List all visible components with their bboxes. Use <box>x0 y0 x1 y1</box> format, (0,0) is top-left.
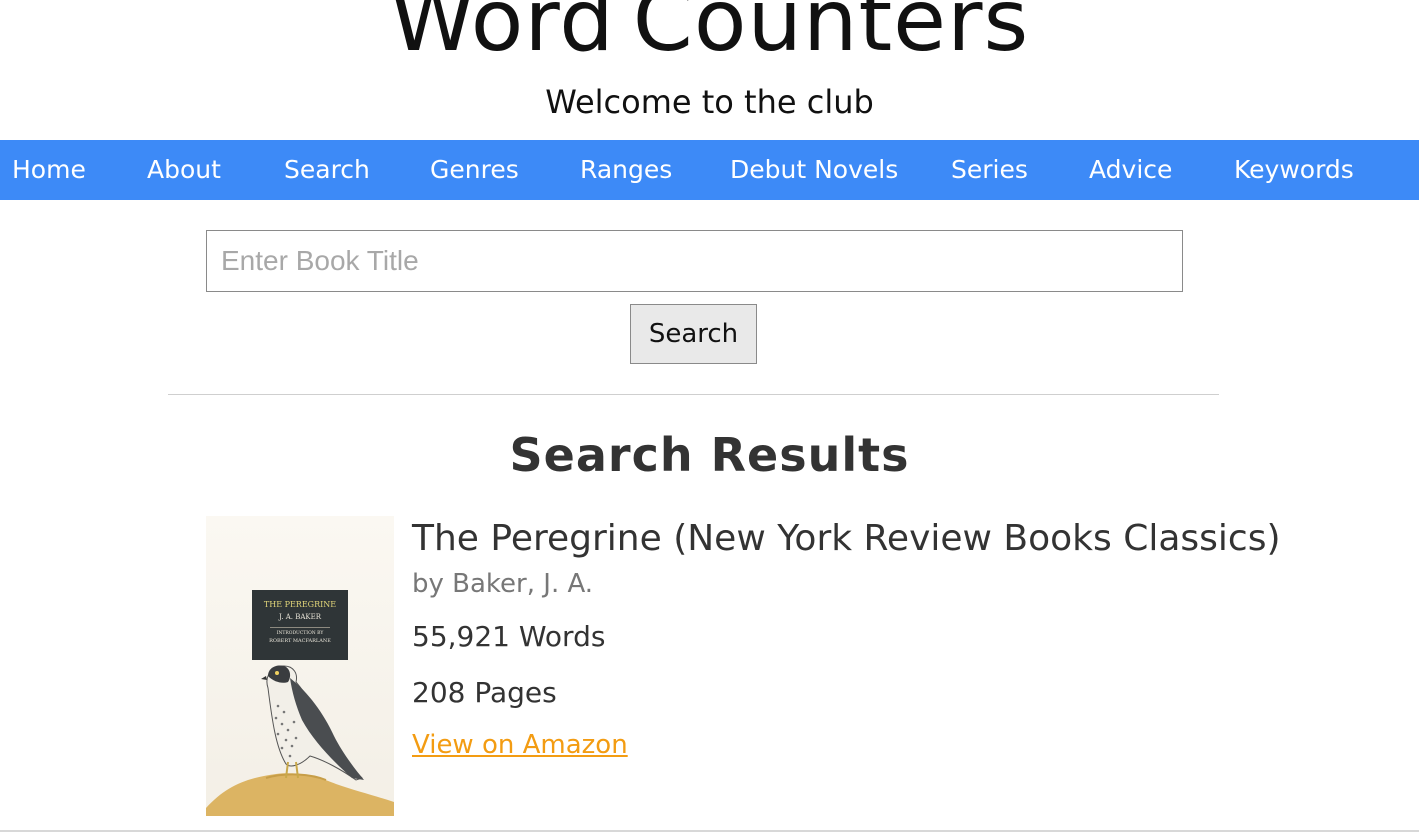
site-title-word2: Counters <box>632 0 1030 71</box>
site-title-word1: Word <box>389 0 615 71</box>
section-divider <box>168 394 1219 395</box>
book-word-count: 55,921 Words <box>412 620 606 653</box>
book-cover-image[interactable]: THE PEREGRINE J. A. BAKER INTRODUCTION B… <box>206 516 394 816</box>
book-title-search-input[interactable] <box>206 230 1183 292</box>
site-tagline: Welcome to the club <box>545 83 874 121</box>
cover-rule <box>270 627 330 628</box>
nav-item-search[interactable]: Search <box>284 140 370 200</box>
book-author: by Baker, J. A. <box>412 569 594 599</box>
nav-item-advice[interactable]: Advice <box>1089 140 1172 200</box>
book-page-count: 208 Pages <box>412 676 557 709</box>
book-title: The Peregrine (New York Review Books Cla… <box>412 518 1281 559</box>
nav-item-ranges[interactable]: Ranges <box>580 140 672 200</box>
nav-item-debut-novels[interactable]: Debut Novels <box>730 140 898 200</box>
search-results-heading: Search Results <box>509 428 910 482</box>
cover-illustration <box>206 665 394 816</box>
cover-title: THE PEREGRINE <box>263 600 337 609</box>
site-title[interactable]: Word Counters <box>0 0 1419 64</box>
nav-item-home[interactable]: Home <box>12 140 86 200</box>
cover-title-plate: THE PEREGRINE J. A. BAKER INTRODUCTION B… <box>252 590 348 660</box>
nav-item-series[interactable]: Series <box>951 140 1028 200</box>
nav-item-keywords[interactable]: Keywords <box>1234 140 1354 200</box>
main-navbar: Home About Search Genres Ranges Debut No… <box>0 140 1419 200</box>
nav-item-about[interactable]: About <box>147 140 221 200</box>
nav-item-genres[interactable]: Genres <box>430 140 519 200</box>
cover-author: J. A. BAKER <box>278 613 322 621</box>
cover-intro: INTRODUCTION BY <box>276 631 324 636</box>
search-button[interactable]: Search <box>630 304 757 364</box>
cover-intro-author: ROBERT MACFARLANE <box>269 638 331 644</box>
view-on-amazon-link[interactable]: View on Amazon <box>412 730 628 760</box>
site-header: Word Counters Welcome to the club <box>0 0 1419 140</box>
